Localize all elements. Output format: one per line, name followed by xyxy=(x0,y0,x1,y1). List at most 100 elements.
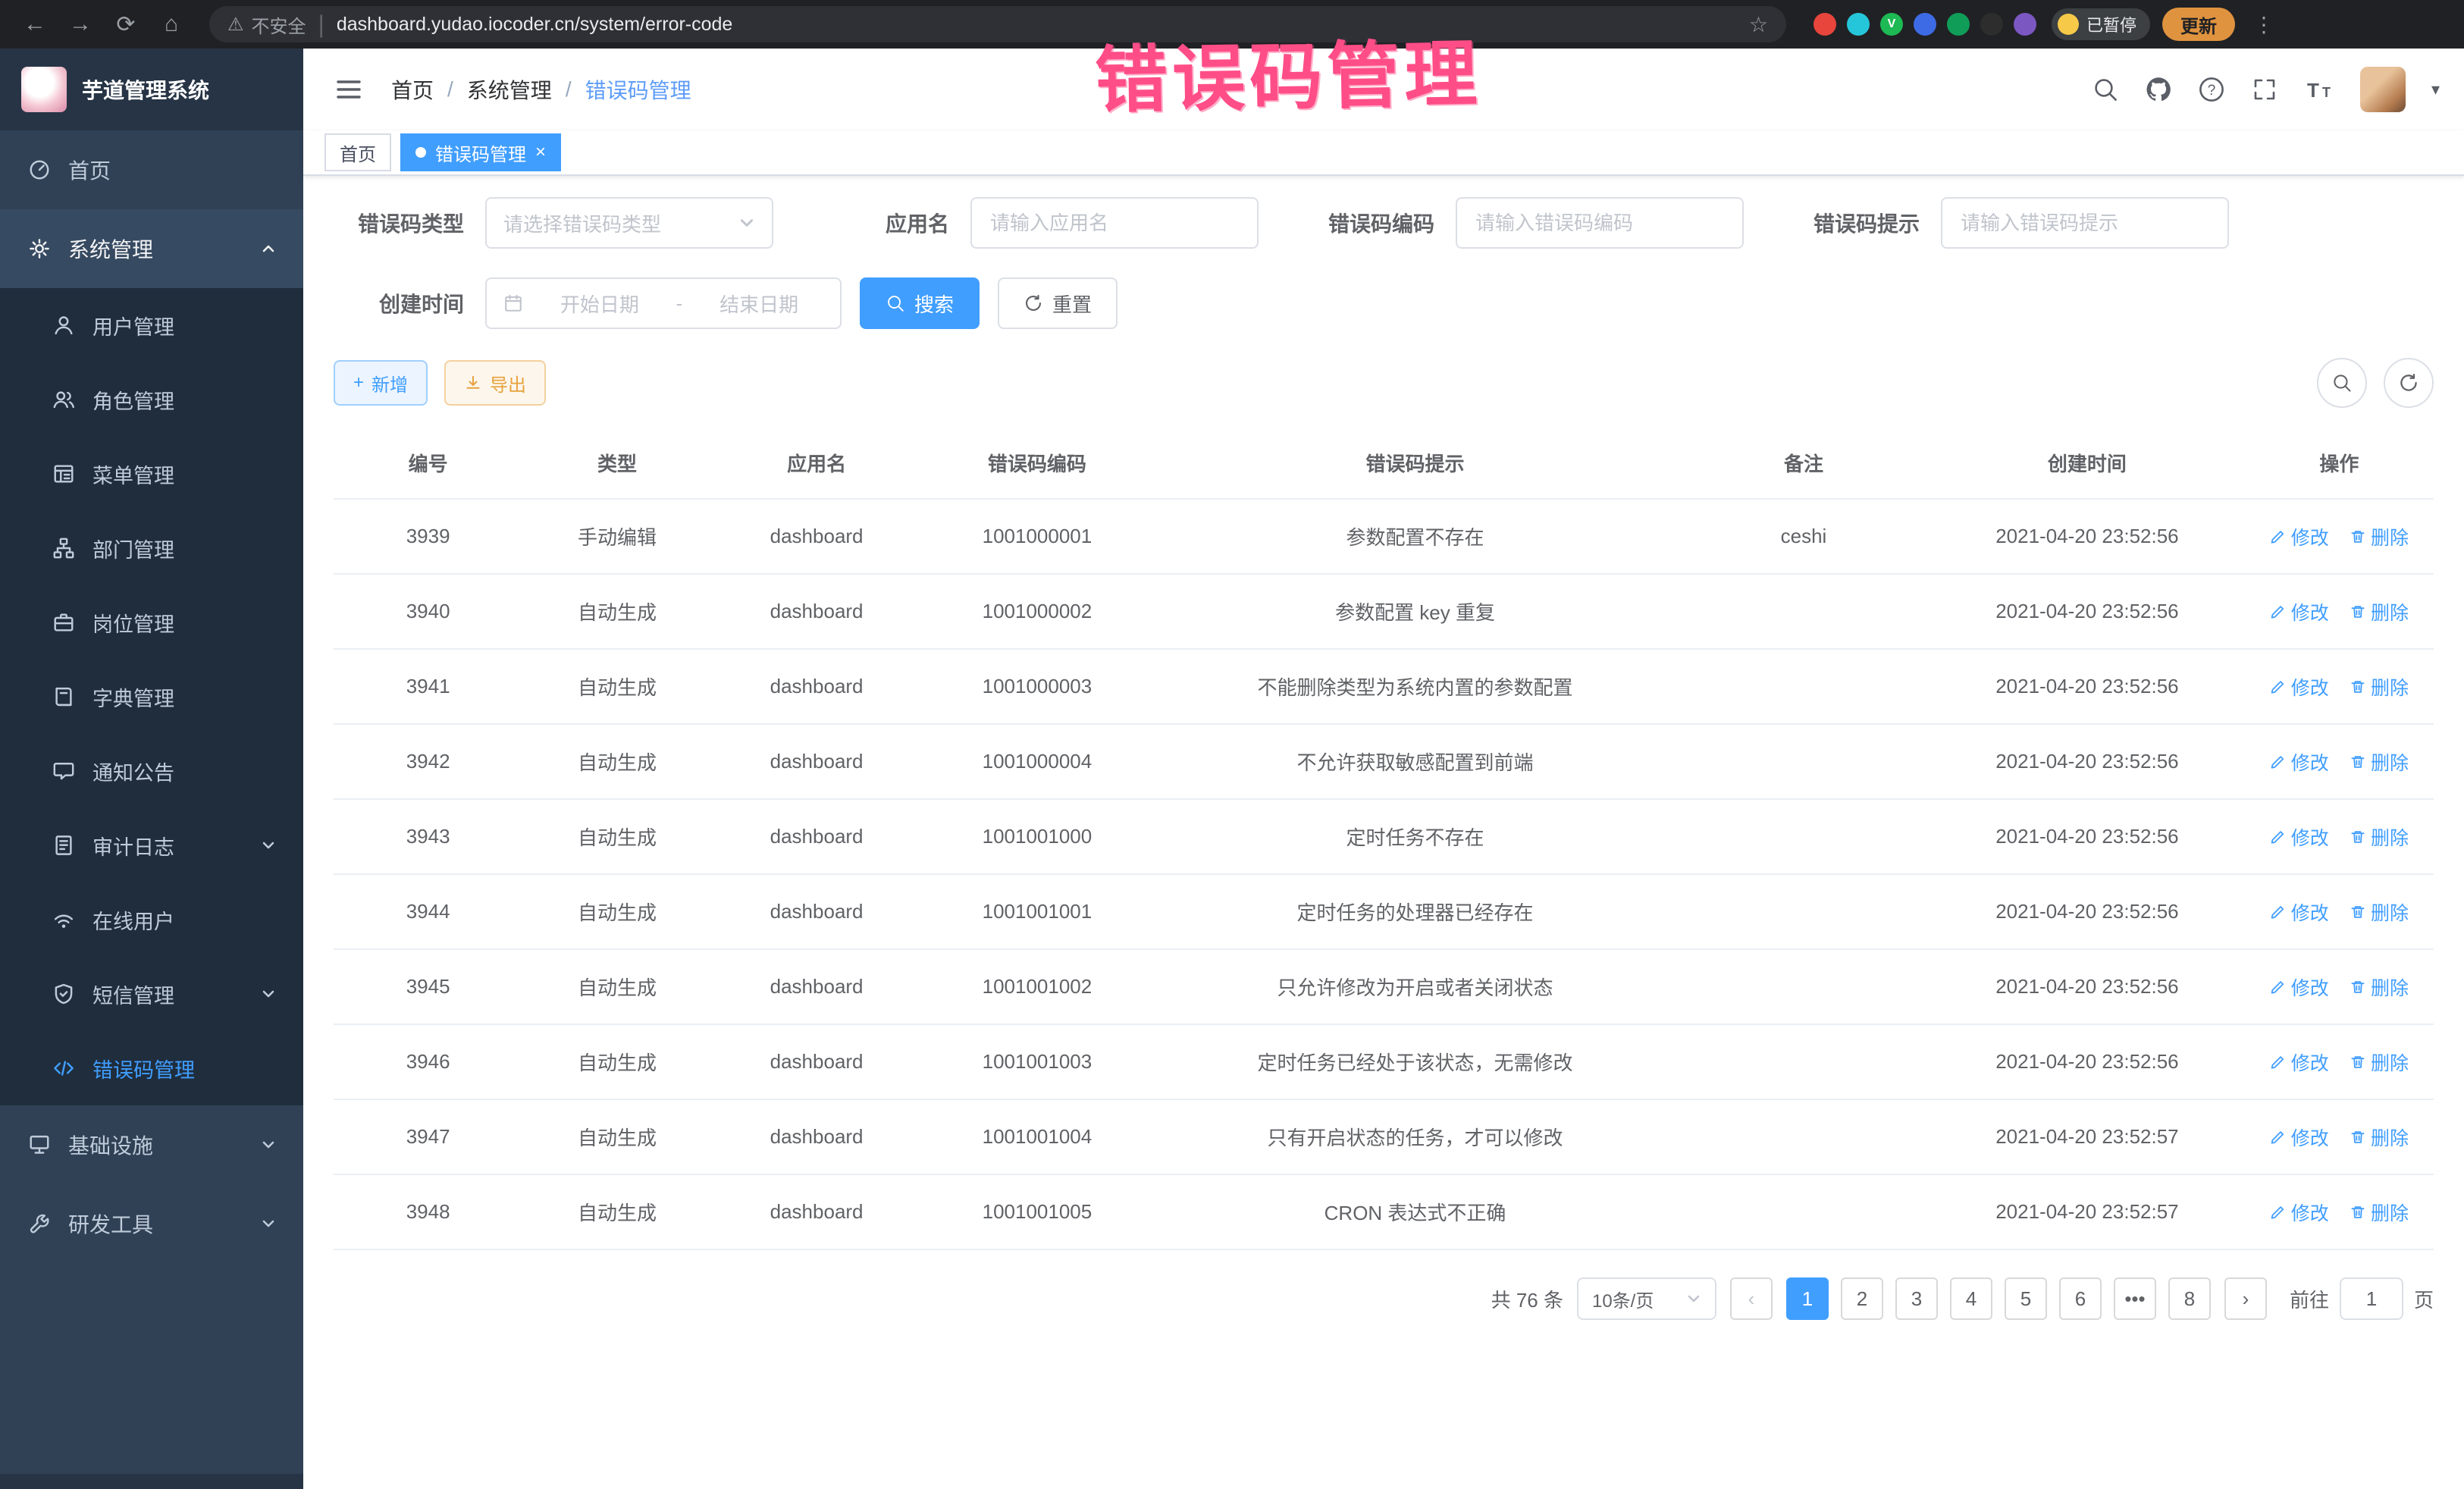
refresh-icon[interactable]: ⟳ xyxy=(106,6,146,42)
error-hint-input[interactable] xyxy=(1941,197,2229,249)
bookmark-star-icon[interactable]: ☆ xyxy=(1749,12,1768,37)
sidebar-item-sms[interactable]: 短信管理 xyxy=(0,957,303,1031)
close-icon[interactable]: × xyxy=(535,143,546,161)
sidebar-item-error-code[interactable]: 错误码管理 xyxy=(0,1031,303,1105)
delete-link[interactable]: 删除 xyxy=(2350,748,2409,776)
delete-link[interactable]: 删除 xyxy=(2350,673,2409,701)
sidebar-item-departments[interactable]: 部门管理 xyxy=(0,511,303,585)
sidebar-item-audit-log[interactable]: 审计日志 xyxy=(0,808,303,882)
app-name-input[interactable] xyxy=(970,197,1259,249)
extension-icon-darkgreen[interactable] xyxy=(1947,13,1970,36)
edit-link[interactable]: 修改 xyxy=(2270,523,2329,550)
github-icon[interactable] xyxy=(2145,76,2172,103)
extension-icon-green[interactable]: V xyxy=(1880,13,1903,36)
edit-link[interactable]: 修改 xyxy=(2270,1199,2329,1226)
refresh-table-button[interactable] xyxy=(2384,358,2434,408)
page-button[interactable]: 8 xyxy=(2168,1277,2211,1320)
goto-page-input[interactable] xyxy=(2340,1277,2403,1320)
edit-link[interactable]: 修改 xyxy=(2270,898,2329,926)
sidebar-item-infrastructure[interactable]: 基础设施 xyxy=(0,1105,303,1184)
extension-icon-red[interactable] xyxy=(1814,13,1836,36)
extension-icon-blue[interactable] xyxy=(1914,13,1936,36)
sidebar-logo[interactable]: 芋道管理系统 xyxy=(0,49,303,130)
paused-badge[interactable]: 已暂停 xyxy=(2052,8,2150,40)
edit-link[interactable]: 修改 xyxy=(2270,1124,2329,1151)
delete-link[interactable]: 删除 xyxy=(2350,1124,2409,1151)
edit-link[interactable]: 修改 xyxy=(2270,973,2329,1001)
page-button[interactable]: 2 xyxy=(1841,1277,1883,1320)
breadcrumb-home[interactable]: 首页 xyxy=(391,74,434,105)
forward-icon[interactable]: → xyxy=(61,6,100,42)
extension-icon-dark[interactable] xyxy=(1980,13,2003,36)
prev-page-button[interactable]: ‹ xyxy=(1730,1277,1773,1320)
page-button[interactable]: 5 xyxy=(2005,1277,2047,1320)
next-page-button[interactable]: › xyxy=(2224,1277,2267,1320)
page-button[interactable]: 3 xyxy=(1895,1277,1938,1320)
page-button[interactable]: 1 xyxy=(1786,1277,1829,1320)
search-icon[interactable] xyxy=(2092,76,2119,103)
column-ops: 操作 xyxy=(2245,428,2434,499)
sidebar-item-menus[interactable]: 菜单管理 xyxy=(0,437,303,511)
delete-link[interactable]: 删除 xyxy=(2350,973,2409,1001)
edit-link[interactable]: 修改 xyxy=(2270,748,2329,776)
hamburger-icon[interactable] xyxy=(328,74,370,105)
cell-ops: 修改 删除 xyxy=(2245,949,2434,1024)
sidebar-item-notice[interactable]: 通知公告 xyxy=(0,734,303,808)
extension-icon-purple[interactable] xyxy=(2014,13,2036,36)
show-search-button[interactable] xyxy=(2317,358,2367,408)
kebab-menu-icon[interactable]: ⋮ xyxy=(2247,12,2281,37)
breadcrumb-system[interactable]: 系统管理 xyxy=(467,74,552,105)
export-button[interactable]: 导出 xyxy=(444,360,546,406)
page-button[interactable]: 4 xyxy=(1950,1277,1992,1320)
url-bar[interactable]: ⚠不安全 | dashboard.yudao.iocoder.cn/system… xyxy=(209,6,1786,42)
delete-link[interactable]: 删除 xyxy=(2350,1049,2409,1076)
sidebar-collapse-bar[interactable] xyxy=(0,1474,303,1489)
page-size-select[interactable]: 10条/页 xyxy=(1577,1277,1716,1320)
help-icon[interactable]: ? xyxy=(2198,76,2225,103)
table-header-row: 编号 类型 应用名 错误码编码 错误码提示 备注 创建时间 操作 xyxy=(334,428,2434,499)
edit-link[interactable]: 修改 xyxy=(2270,823,2329,851)
sidebar-item-dict[interactable]: 字典管理 xyxy=(0,660,303,734)
extension-icon-teal[interactable] xyxy=(1847,13,1870,36)
error-type-select[interactable]: 请选择错误码类型 xyxy=(485,197,773,249)
fullscreen-icon[interactable] xyxy=(2251,76,2278,103)
page-button[interactable]: ••• xyxy=(2114,1277,2156,1320)
table-row: 3942 自动生成 dashboard 1001000004 不允许获取敏感配置… xyxy=(334,724,2434,799)
add-button[interactable]: + 新增 xyxy=(334,360,428,406)
home-icon[interactable]: ⌂ xyxy=(152,6,191,42)
sidebar-item-online-users[interactable]: 在线用户 xyxy=(0,882,303,957)
page-button[interactable]: 6 xyxy=(2059,1277,2102,1320)
sidebar-item-roles[interactable]: 角色管理 xyxy=(0,362,303,437)
tab-home[interactable]: 首页 xyxy=(324,133,391,171)
browser-update-button[interactable]: 更新 xyxy=(2162,8,2235,41)
table-row: 3940 自动生成 dashboard 1001000002 参数配置 key … xyxy=(334,574,2434,649)
delete-link[interactable]: 删除 xyxy=(2350,823,2409,851)
edit-link[interactable]: 修改 xyxy=(2270,673,2329,701)
back-icon[interactable]: ← xyxy=(15,6,55,42)
security-warning[interactable]: ⚠不安全 xyxy=(227,11,306,38)
sidebar-item-dev-tools[interactable]: 研发工具 xyxy=(0,1184,303,1263)
sidebar-item-system[interactable]: 系统管理 xyxy=(0,209,303,288)
delete-link[interactable]: 删除 xyxy=(2350,1199,2409,1226)
avatar[interactable] xyxy=(2360,67,2406,112)
error-code-input[interactable] xyxy=(1456,197,1744,249)
edit-link[interactable]: 修改 xyxy=(2270,598,2329,625)
cell-app: dashboard xyxy=(712,649,922,724)
edit-link[interactable]: 修改 xyxy=(2270,1049,2329,1076)
delete-link[interactable]: 删除 xyxy=(2350,598,2409,625)
cell-memo: ceshi xyxy=(1678,499,1930,574)
cell-type: 自动生成 xyxy=(522,724,711,799)
sidebar-item-posts[interactable]: 岗位管理 xyxy=(0,585,303,660)
sidebar-item-users[interactable]: 用户管理 xyxy=(0,288,303,362)
date-range-picker[interactable]: 开始日期 - 结束日期 xyxy=(485,277,842,329)
delete-link[interactable]: 删除 xyxy=(2350,523,2409,550)
delete-link[interactable]: 删除 xyxy=(2350,898,2409,926)
avatar-caret-icon[interactable]: ▾ xyxy=(2431,80,2440,99)
sidebar-item-home[interactable]: 首页 xyxy=(0,130,303,209)
cell-time: 2021-04-20 23:52:56 xyxy=(1930,949,2245,1024)
tab-error-code[interactable]: 错误码管理 × xyxy=(400,133,561,171)
font-size-icon[interactable]: TT xyxy=(2304,76,2334,103)
reset-button[interactable]: 重置 xyxy=(998,277,1118,329)
search-button[interactable]: 搜索 xyxy=(860,277,980,329)
cell-type: 自动生成 xyxy=(522,574,711,649)
